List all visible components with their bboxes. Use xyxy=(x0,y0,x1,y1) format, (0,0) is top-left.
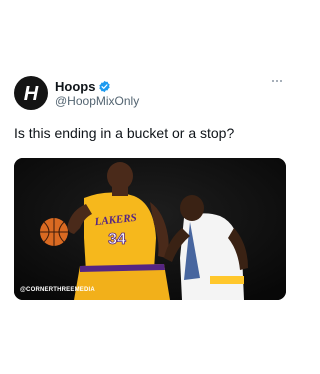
media-watermark: @CORNERTHREEMEDIA xyxy=(20,287,95,293)
author-display-name[interactable]: Hoops xyxy=(55,79,95,94)
verified-badge-icon xyxy=(99,80,111,93)
tweet-card: H Hoops @HoopMixOnly Is this ending in a… xyxy=(0,0,300,374)
avatar-letter: H xyxy=(24,83,39,105)
avatar[interactable]: H xyxy=(14,76,48,110)
jersey-number-text: 34 xyxy=(108,231,126,248)
tweet-media-image[interactable]: LAKERS 34 @CORNERTHREEMEDIA xyxy=(14,158,286,300)
author-name-row: Hoops xyxy=(55,79,111,94)
author-handle[interactable]: @HoopMixOnly xyxy=(55,94,139,108)
tweet-text: Is this ending in a bucket or a stop? xyxy=(14,125,235,141)
more-options-icon[interactable] xyxy=(272,78,286,84)
hoops-logo-icon: H xyxy=(24,83,39,105)
basketball-photo: LAKERS 34 xyxy=(14,158,286,300)
